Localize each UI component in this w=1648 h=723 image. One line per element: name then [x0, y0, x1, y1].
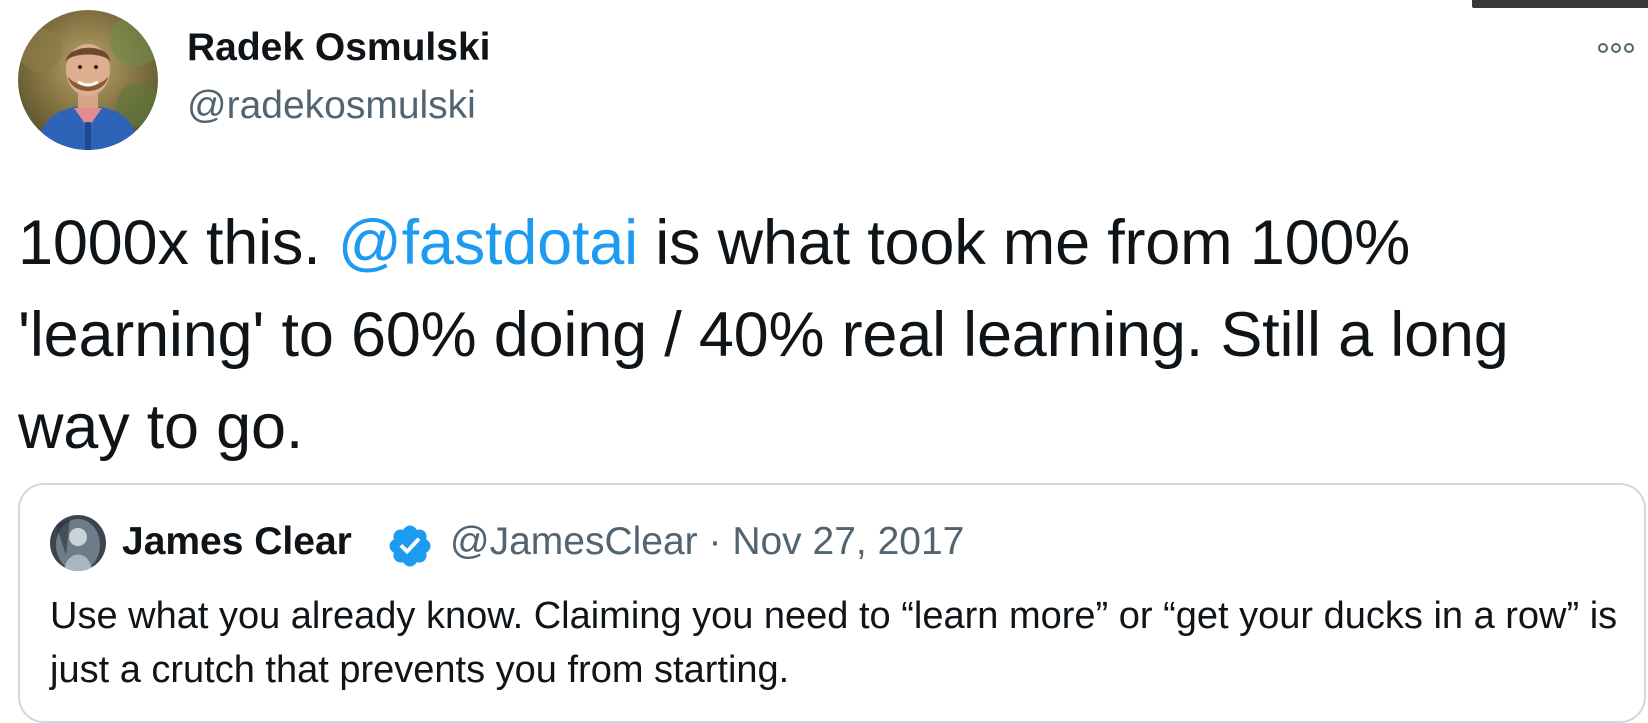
author-handle[interactable]: @radekosmulski [187, 84, 476, 128]
verified-badge-icon [386, 522, 434, 570]
quoted-author-display-name[interactable]: James Clear [122, 520, 352, 564]
mention-link[interactable]: @fastdotai [338, 208, 638, 278]
more-horizontal-icon [1598, 43, 1608, 53]
tweet: Radek Osmulski @radekosmulski 1000x this… [0, 0, 1648, 723]
quoted-tweet-text: Use what you already know. Claiming you … [50, 595, 1618, 691]
author-avatar[interactable] [18, 10, 158, 150]
video-thumbnail-corner [1472, 0, 1648, 8]
quoted-tweet-meta: @JamesClear · Nov 27, 2017 [450, 520, 964, 564]
tweet-text: 1000x this. @fastdotai is what took me f… [18, 197, 1618, 473]
more-options-button[interactable] [1598, 38, 1634, 58]
quoted-tweet-date[interactable]: Nov 27, 2017 [732, 520, 964, 563]
quoted-author-avatar[interactable] [50, 515, 106, 571]
quoted-author-handle[interactable]: @JamesClear [450, 520, 698, 563]
quoted-tweet-card[interactable]: James Clear @JamesClear · Nov 27, 2017 U… [18, 483, 1646, 723]
author-display-name[interactable]: Radek Osmulski [187, 26, 490, 70]
meta-separator: · [697, 520, 733, 563]
tweet-text-before-mention: 1000x this. [18, 208, 338, 278]
